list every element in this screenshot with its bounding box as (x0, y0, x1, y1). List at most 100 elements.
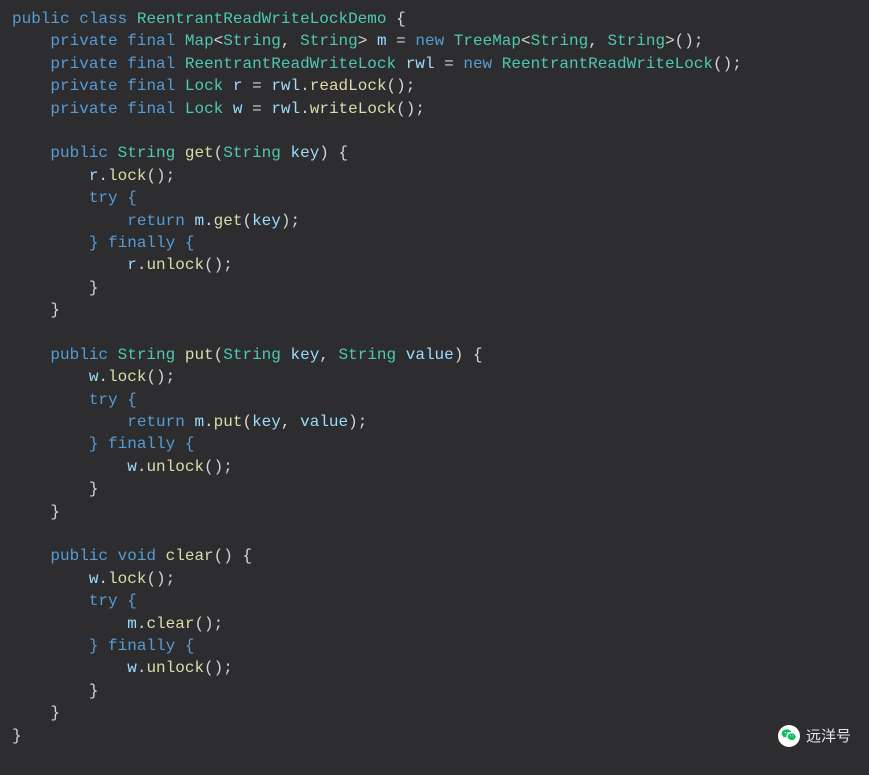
rp: ) (223, 547, 233, 565)
rp: ) (281, 212, 291, 230)
method-put: put (214, 413, 243, 431)
kw-new: new (415, 32, 444, 50)
brace-close: } (89, 279, 99, 297)
rp: ) (348, 413, 358, 431)
rp: ) (454, 346, 464, 364)
type-lock: Lock (185, 77, 223, 95)
var-m: m (194, 413, 204, 431)
param-name: key (290, 144, 319, 162)
type-string: String (300, 32, 358, 50)
kw-public: public (50, 144, 108, 162)
kw-finally: } finally { (89, 234, 195, 252)
kw-new: new (463, 55, 492, 73)
method-clear: clear (146, 615, 194, 633)
kw-class: class (79, 10, 127, 28)
semi: ; (358, 413, 368, 431)
lp: ( (214, 144, 224, 162)
var-m: m (194, 212, 204, 230)
semi: ; (732, 55, 742, 73)
kw-return: return (127, 413, 185, 431)
var-w: w (89, 368, 99, 386)
parens: () (194, 615, 213, 633)
method-unlock: unlock (146, 659, 204, 677)
semi: ; (214, 615, 224, 633)
param-type: String (339, 346, 397, 364)
semi: ; (223, 659, 233, 677)
brace-close: } (89, 682, 99, 700)
kw-return: return (127, 212, 185, 230)
semi: ; (166, 368, 176, 386)
kw-public: public (50, 547, 108, 565)
parens: () (204, 458, 223, 476)
type-string: String (223, 32, 281, 50)
semi: ; (415, 100, 425, 118)
parens: () (146, 570, 165, 588)
arg-key: key (252, 413, 281, 431)
dot: . (137, 659, 147, 677)
brace: { (339, 144, 349, 162)
semi: ; (291, 212, 301, 230)
kw-private: private (50, 32, 117, 50)
var-w: w (89, 570, 99, 588)
var-w: w (127, 458, 137, 476)
dot: . (204, 212, 214, 230)
ctor-rwl: ReentrantReadWriteLock (502, 55, 713, 73)
kw-finally: } finally { (89, 637, 195, 655)
var-r: r (233, 77, 243, 95)
semi: ; (223, 256, 233, 274)
lp: ( (242, 212, 252, 230)
method-get: get (214, 212, 243, 230)
kw-try: try { (89, 391, 137, 409)
code-block: public class ReentrantReadWriteLockDemo … (12, 8, 857, 747)
type-rwl: ReentrantReadWriteLock (185, 55, 396, 73)
var-rwl: rwl (271, 100, 300, 118)
comma: , (319, 346, 329, 364)
kw-try: try { (89, 592, 137, 610)
comma: , (588, 32, 598, 50)
watermark-text: 远洋号 (806, 726, 851, 747)
eq: = (252, 77, 262, 95)
arg-key: key (252, 212, 281, 230)
dot: . (137, 458, 147, 476)
dot: . (137, 615, 147, 633)
kw-public: public (50, 346, 108, 364)
ret-void: void (118, 547, 156, 565)
ret-type: String (118, 144, 176, 162)
brace: { (242, 547, 252, 565)
param-name: key (290, 346, 319, 364)
type-string: String (531, 32, 589, 50)
kw-private: private (50, 55, 117, 73)
lt: < (214, 32, 224, 50)
parens: () (675, 32, 694, 50)
kw-final: final (127, 32, 175, 50)
watermark: 远洋号 (778, 725, 851, 747)
brace-close: } (12, 727, 22, 745)
method-get: get (185, 144, 214, 162)
parens: () (204, 256, 223, 274)
method-writelock: writeLock (310, 100, 396, 118)
lp: ( (242, 413, 252, 431)
param-name: value (406, 346, 454, 364)
parens: () (713, 55, 732, 73)
dot: . (300, 77, 310, 95)
wechat-icon (778, 725, 800, 747)
var-w: w (127, 659, 137, 677)
kw-final: final (127, 77, 175, 95)
eq: = (396, 32, 406, 50)
lt: < (521, 32, 531, 50)
param-type: String (223, 346, 281, 364)
var-rwl: rwl (406, 55, 435, 73)
dot: . (300, 100, 310, 118)
parens: () (146, 368, 165, 386)
rp: ) (319, 144, 329, 162)
method-lock: lock (108, 368, 146, 386)
dot: . (98, 368, 108, 386)
parens: () (146, 167, 165, 185)
brace-close: } (89, 480, 99, 498)
var-m: m (127, 615, 137, 633)
lp: ( (214, 547, 224, 565)
var-r: r (89, 167, 99, 185)
kw-private: private (50, 100, 117, 118)
kw-public: public (12, 10, 70, 28)
method-unlock: unlock (146, 458, 204, 476)
